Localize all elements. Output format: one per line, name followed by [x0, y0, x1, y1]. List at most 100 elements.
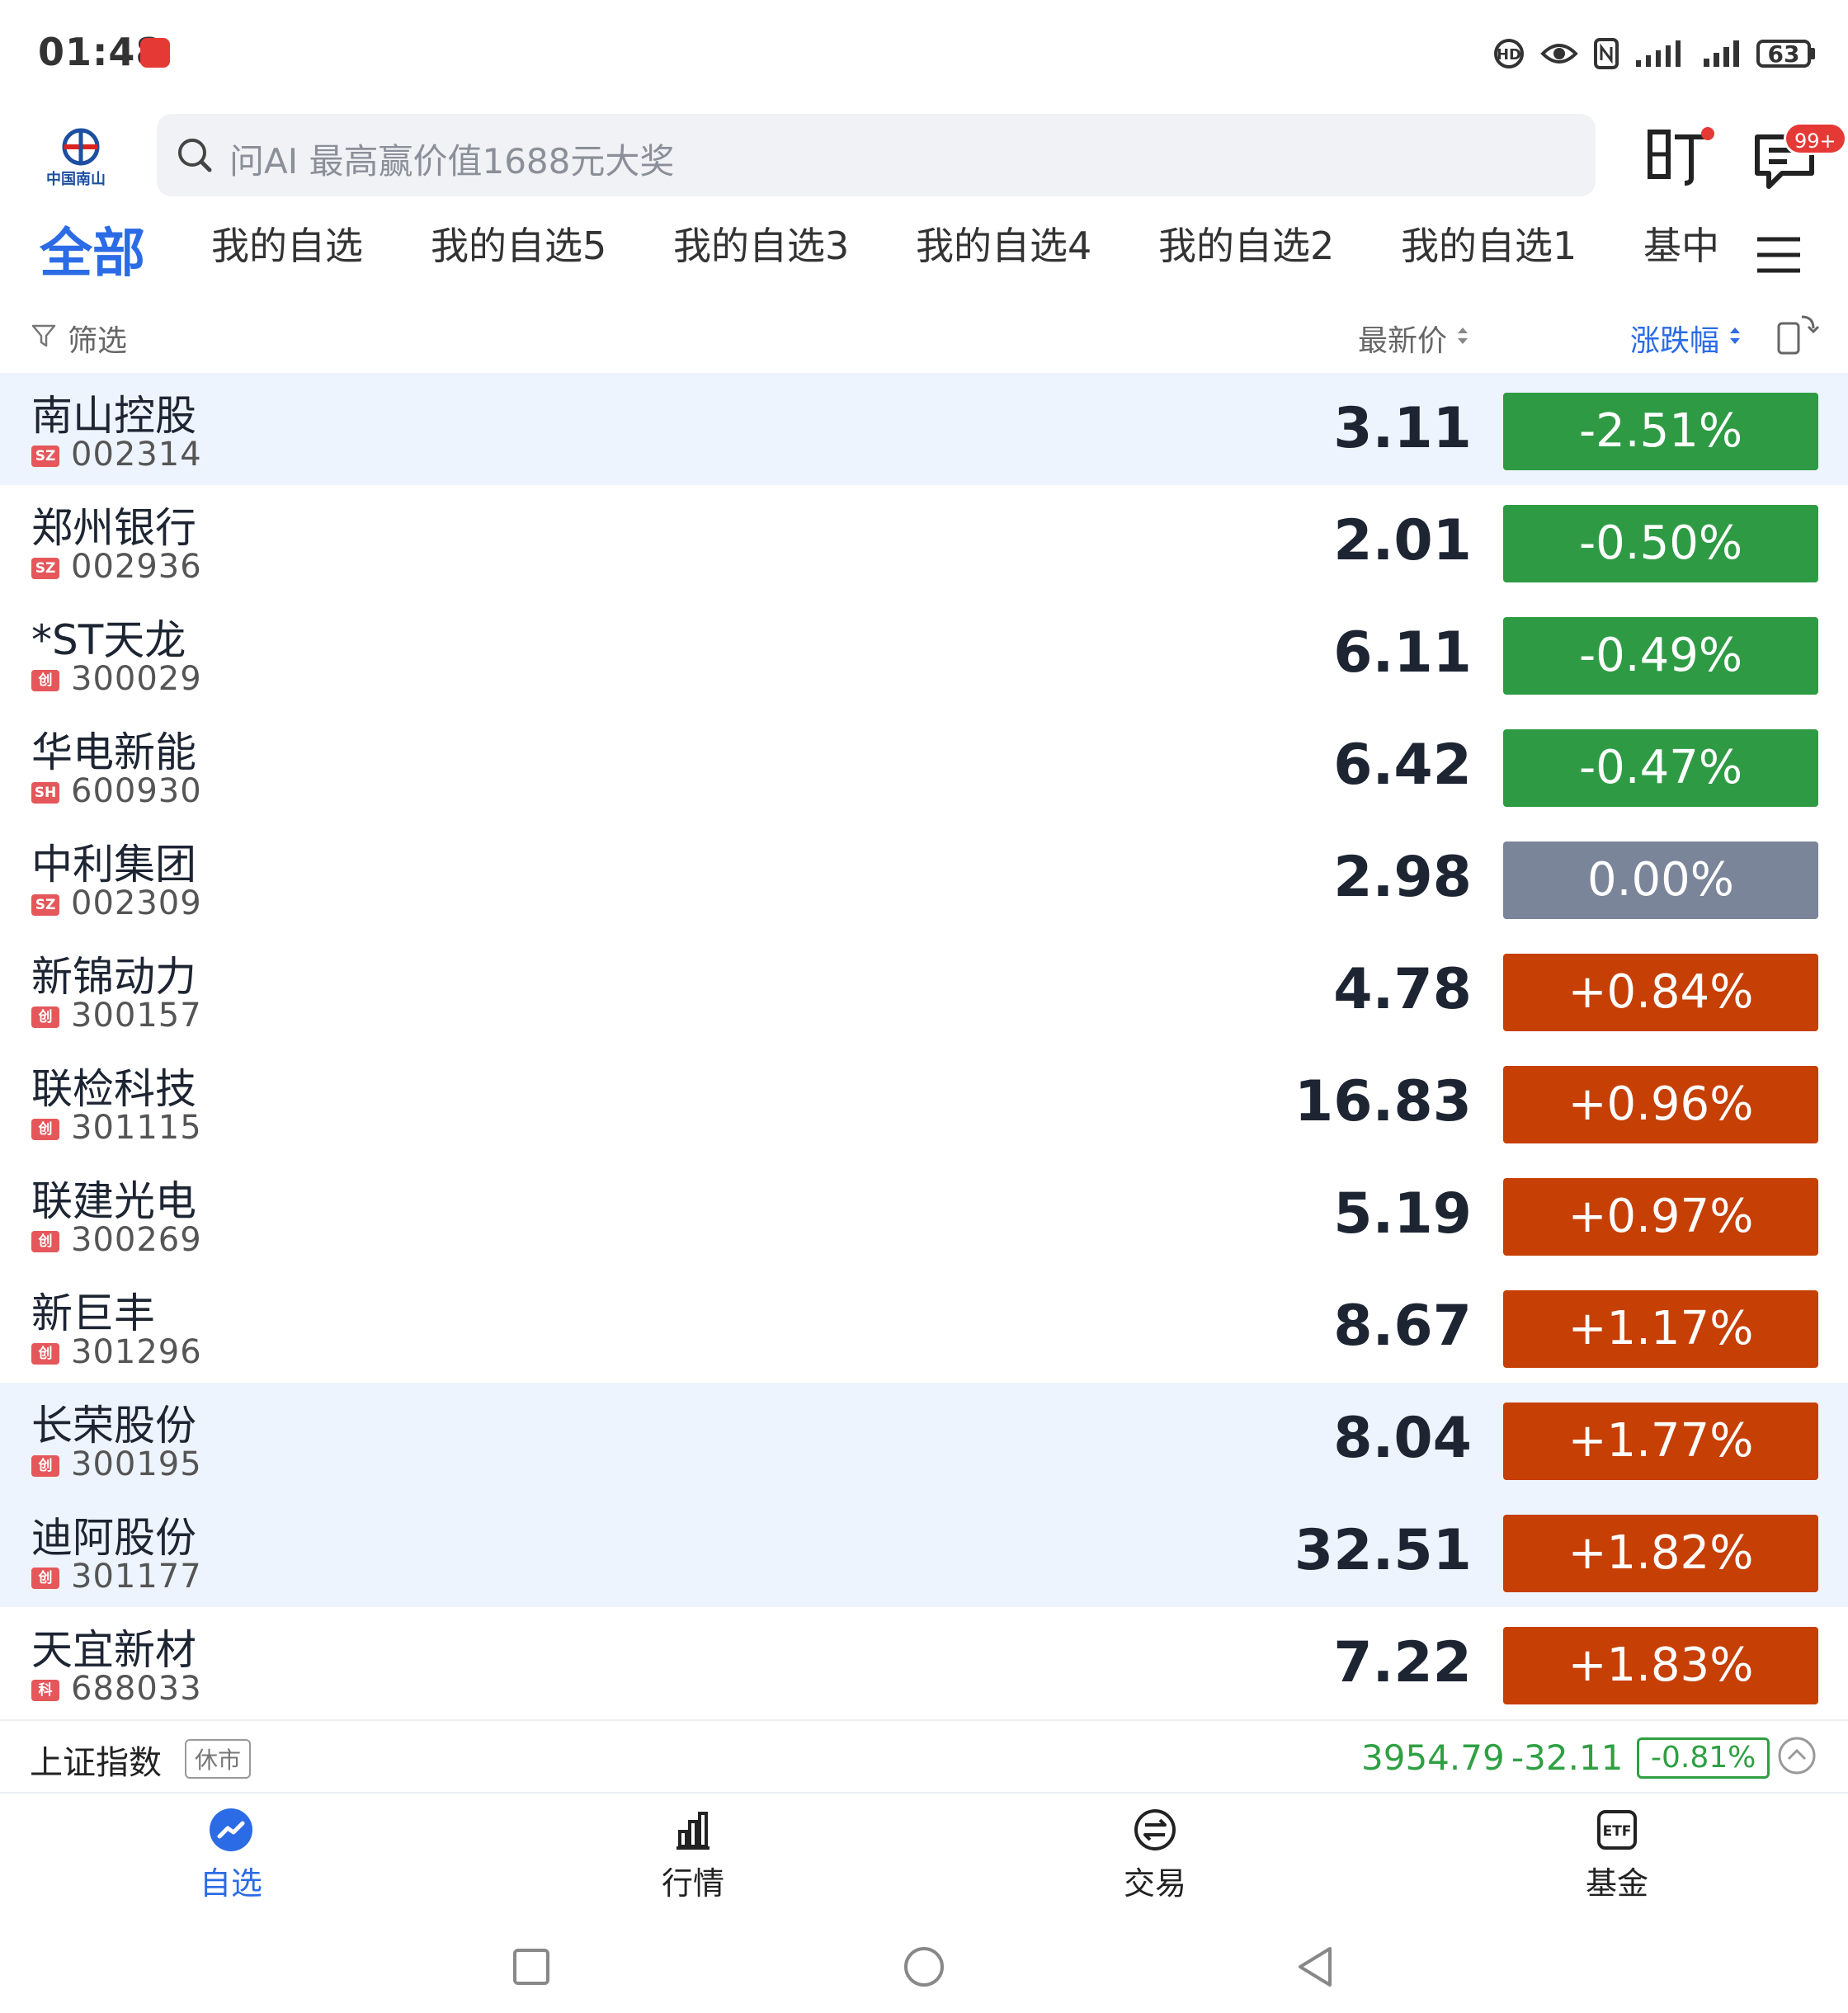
nav-fund-label: 基金 — [1585, 1865, 1648, 1902]
stock-code: 301177 — [71, 1558, 202, 1596]
stock-row[interactable]: 南山控股 SZ 002314 3.11 -2.51% — [0, 373, 1848, 485]
sort-by-change[interactable]: 涨跌幅 — [1630, 317, 1742, 360]
filter-button[interactable]: 筛选 — [68, 317, 127, 360]
recent-apps-icon[interactable] — [512, 1947, 551, 1987]
tab-fund[interactable]: 基中 — [1643, 216, 1719, 271]
change-badge[interactable]: -2.51% — [1503, 393, 1818, 470]
stock-price: 7.22 — [1333, 1630, 1472, 1695]
exchange-badge: 科 — [31, 1680, 59, 1701]
stock-code: 300269 — [71, 1221, 202, 1259]
nav-trade-label: 交易 — [1123, 1865, 1186, 1902]
index-name: 上证指数 — [30, 1744, 162, 1782]
stock-row[interactable]: 天宜新材科 688033 7.22 +1.83% — [0, 1607, 1848, 1719]
exchange-badge: SZ — [31, 558, 59, 579]
menu-icon[interactable] — [1756, 234, 1802, 276]
change-badge[interactable]: +0.96% — [1503, 1066, 1818, 1143]
stock-code: 300157 — [71, 997, 202, 1035]
svg-text:ETF: ETF — [1603, 1823, 1632, 1840]
app-notification-icon — [140, 38, 170, 68]
stock-row[interactable]: 迪阿股份创 301177 32.51 +1.82% — [0, 1495, 1848, 1607]
tab-watchlist-3[interactable]: 我的自选3 — [673, 216, 849, 271]
svg-text:HD: HD — [1497, 46, 1521, 64]
stock-name: 天宜新材 — [31, 1626, 196, 1674]
nav-fund[interactable]: ETF 基金 — [1493, 1807, 1741, 1906]
stock-price: 3.11 — [1333, 396, 1472, 461]
signal-icon — [1704, 40, 1739, 67]
stock-name: 郑州银行 — [31, 504, 196, 552]
eye-icon — [1540, 44, 1578, 64]
search-placeholder: 问AI 最高赢价值1688元大奖 — [229, 141, 675, 182]
stock-list: 南山控股 SZ 002314 3.11 -2.51% 郑州银行 SZ 002936 2.01 -0… — [0, 373, 1848, 1719]
home-icon[interactable] — [903, 1945, 945, 1988]
stock-row[interactable]: 新锦动力创 300157 4.78 +0.84% — [0, 934, 1848, 1046]
sort-by-price[interactable]: 最新价 — [1358, 317, 1469, 360]
change-badge[interactable]: +1.17% — [1503, 1290, 1818, 1368]
sort-icon — [1458, 328, 1468, 344]
tab-watchlist-2[interactable]: 我的自选2 — [1158, 216, 1334, 271]
rotate-screen-icon[interactable] — [1775, 312, 1820, 356]
search-input[interactable]: 问AI 最高赢价值1688元大奖 — [157, 114, 1596, 196]
nav-trade[interactable]: 交易 — [1031, 1807, 1279, 1906]
change-badge[interactable]: 0.00% — [1503, 842, 1818, 919]
price-column-label: 最新价 — [1358, 324, 1448, 358]
stock-row[interactable]: 长荣股份创 300195 8.04 +1.77% — [0, 1383, 1848, 1495]
stock-price: 6.11 — [1333, 620, 1472, 686]
signal-icon — [1636, 40, 1681, 67]
change-badge[interactable]: +0.84% — [1503, 954, 1818, 1031]
stock-price: 4.78 — [1333, 957, 1472, 1022]
stock-row[interactable]: *ST天龙创 300029 6.11 -0.49% — [0, 597, 1848, 710]
stock-row[interactable]: 华电新能 SH 600930 6.42 -0.47% — [0, 710, 1848, 822]
nav-watchlist[interactable]: 自选 — [107, 1807, 355, 1906]
stock-row[interactable]: 中利集团 SZ 002309 2.98 0.00% — [0, 822, 1848, 934]
tab-watchlist-4[interactable]: 我的自选4 — [916, 216, 1091, 271]
stock-code: 301115 — [71, 1109, 202, 1147]
stock-name: 中利集团 — [31, 841, 196, 889]
battery-level: 63 — [1756, 40, 1811, 68]
tab-watchlist-5[interactable]: 我的自选5 — [431, 216, 606, 271]
change-badge[interactable]: +1.83% — [1503, 1627, 1818, 1704]
nav-market-label: 行情 — [661, 1865, 724, 1902]
status-icons: HD 63 — [1492, 33, 1815, 74]
exchange-badge: SZ — [31, 446, 59, 467]
back-icon[interactable] — [1295, 1945, 1335, 1988]
change-badge[interactable]: -0.50% — [1503, 505, 1818, 582]
tab-all[interactable]: 全部 — [40, 211, 145, 287]
change-badge[interactable]: +1.77% — [1503, 1402, 1818, 1480]
chevron-up-icon[interactable] — [1777, 1736, 1817, 1775]
index-ticker-bar[interactable]: 上证指数 休市 3954.79 -32.11 -0.81% — [0, 1719, 1848, 1794]
nav-market[interactable]: 行情 — [569, 1807, 817, 1906]
exchange-badge: 创 — [31, 1568, 59, 1589]
stock-row[interactable]: 联建光电创 300269 5.19 +0.97% — [0, 1158, 1848, 1270]
stock-name: 华电新能 — [31, 728, 196, 776]
index-value: 3954.79 — [1361, 1737, 1505, 1778]
tab-watchlist[interactable]: 我的自选 — [211, 216, 363, 271]
stock-name: 新锦动力 — [31, 953, 196, 1001]
change-column-label: 涨跌幅 — [1630, 324, 1720, 358]
exchange-badge: SH — [31, 782, 59, 804]
stock-price: 8.67 — [1333, 1294, 1472, 1359]
stock-row[interactable]: 新巨丰创 301296 8.67 +1.17% — [0, 1270, 1848, 1383]
stock-code: 002309 — [71, 884, 202, 922]
hd-icon: HD — [1494, 39, 1524, 68]
change-badge[interactable]: +0.97% — [1503, 1178, 1818, 1256]
stock-price: 6.42 — [1333, 733, 1472, 798]
exchange-badge: 创 — [31, 1231, 59, 1252]
monitor-badge-dot — [1701, 127, 1714, 140]
tab-watchlist-1[interactable]: 我的自选1 — [1401, 216, 1577, 271]
stock-name: 新巨丰 — [31, 1289, 155, 1337]
stock-price: 2.98 — [1333, 845, 1472, 910]
exchange-badge: 创 — [31, 1006, 59, 1028]
stock-code: 600930 — [71, 772, 202, 810]
stock-row[interactable]: 郑州银行 SZ 002936 2.01 -0.50% — [0, 485, 1848, 597]
change-badge[interactable]: -0.49% — [1503, 617, 1818, 695]
stock-row[interactable]: 联检科技创 301115 16.83 +0.96% — [0, 1046, 1848, 1158]
filter-icon[interactable] — [31, 323, 56, 348]
logo-text: 中国南山 — [46, 171, 106, 188]
system-navigation-bar — [0, 1930, 1848, 2013]
market-status-badge: 休市 — [185, 1739, 252, 1779]
change-badge[interactable]: -0.47% — [1503, 729, 1818, 807]
trend-icon — [210, 1808, 252, 1851]
nfc-icon — [1594, 38, 1619, 69]
stock-name: 迪阿股份 — [31, 1514, 196, 1562]
change-badge[interactable]: +1.82% — [1503, 1515, 1818, 1592]
